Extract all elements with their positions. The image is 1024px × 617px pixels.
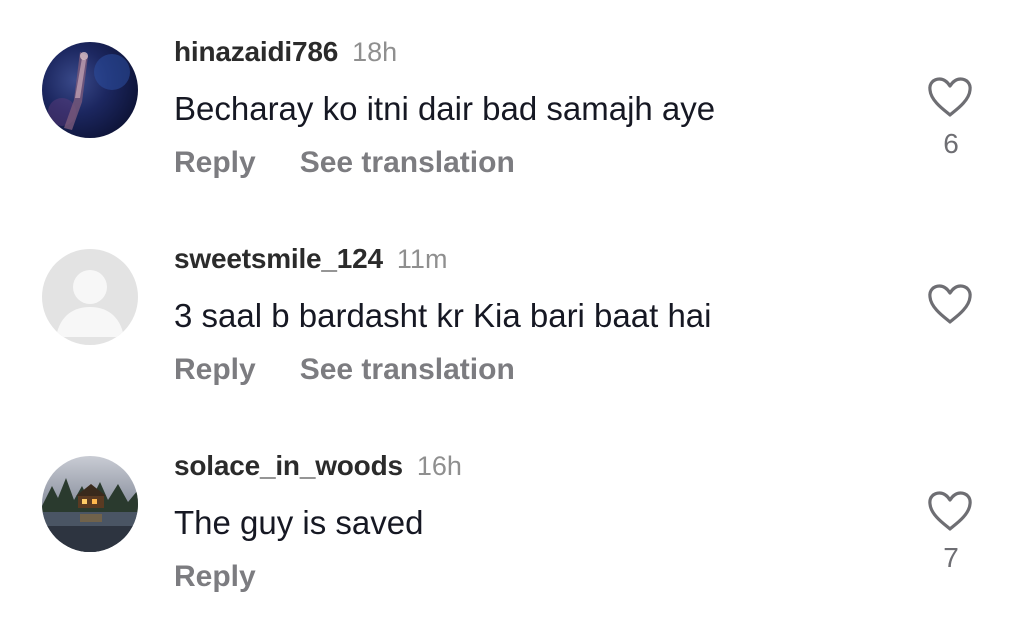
heart-outline-icon	[928, 491, 972, 531]
reply-button[interactable]: Reply	[174, 353, 256, 387]
comment-actions: Reply	[174, 560, 256, 594]
comment-item: hinazaidi786 18h Becharay ko itni dair ba…	[0, 0, 1024, 200]
see-translation-button[interactable]: See translation	[300, 146, 515, 180]
heart-outline-icon	[928, 77, 972, 117]
comment-text: The guy is saved	[174, 504, 424, 541]
comment-meta: hinazaidi786 18h	[174, 36, 397, 76]
username[interactable]: sweetsmile_124	[174, 243, 383, 274]
avatar[interactable]	[42, 42, 138, 138]
reply-button[interactable]: Reply	[174, 560, 256, 594]
avatar[interactable]	[42, 249, 138, 345]
comment-item: sweetsmile_124 11m 3 saal b bardasht kr K…	[0, 207, 1024, 407]
like-count: 7	[943, 542, 959, 573]
comment-text: Becharay ko itni dair bad samajh aye	[174, 90, 716, 127]
avatar[interactable]	[42, 456, 138, 552]
timestamp: 16h	[416, 451, 462, 481]
default-profile-icon	[42, 249, 138, 345]
comment-text: 3 saal b bardasht kr Kia bari baat hai	[174, 297, 712, 334]
username[interactable]: solace_in_woods	[174, 450, 403, 481]
comment-item: solace_in_woods 16h The guy is saved Repl…	[0, 414, 1024, 614]
comment-meta: sweetsmile_124 11m	[174, 243, 447, 283]
avatar-photo-cabin-lake	[42, 456, 138, 552]
timestamp: 11m	[396, 244, 448, 274]
timestamp: 18h	[352, 37, 398, 67]
comment-list: hinazaidi786 18h Becharay ko itni dair ba…	[0, 0, 1024, 617]
like-button[interactable]	[927, 283, 973, 335]
reply-button[interactable]: Reply	[174, 146, 256, 180]
like-button[interactable]: 6	[927, 76, 973, 160]
see-translation-button[interactable]: See translation	[300, 353, 515, 387]
comment-meta: solace_in_woods 16h	[174, 450, 462, 490]
comment-actions: Reply See translation	[174, 146, 515, 180]
like-button[interactable]: 7	[927, 490, 973, 574]
avatar-photo-dark-blue	[42, 42, 138, 138]
username[interactable]: hinazaidi786	[174, 36, 338, 67]
like-count: 6	[943, 128, 959, 159]
comment-actions: Reply See translation	[174, 353, 515, 387]
heart-outline-icon	[928, 284, 972, 324]
